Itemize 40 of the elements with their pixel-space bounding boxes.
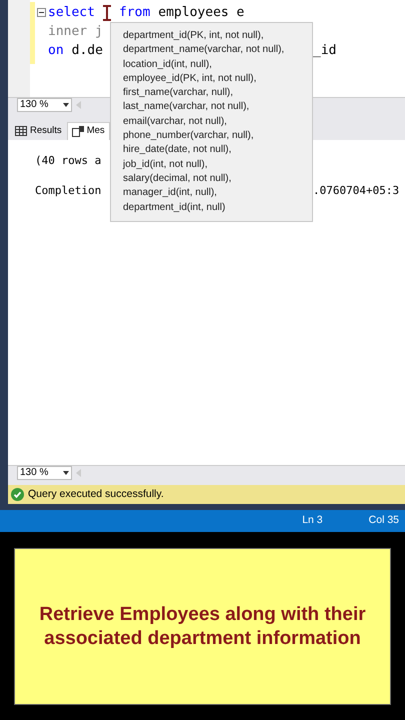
code-text: _id (313, 42, 336, 60)
message-text: Completion (35, 184, 102, 197)
line-number-text: Ln 3 (302, 513, 323, 528)
column-entry: last_name(varchar, not null), (123, 100, 250, 114)
code-text: employees e (158, 4, 244, 22)
change-marker (30, 2, 35, 64)
code-text: on (48, 42, 64, 60)
results-tab[interactable]: Mes (66, 122, 110, 140)
text-cursor-icon (102, 4, 111, 20)
zoom-dropdown[interactable]: 130 % (17, 466, 72, 480)
message-text: .0760704+05:3 (313, 184, 400, 198)
success-check-icon (11, 488, 24, 501)
column-entry: salary(decimal, not null), (123, 172, 232, 186)
column-entry: department_name(varchar, not null), (123, 43, 286, 58)
grid-icon (15, 126, 27, 136)
scroll-left-icon[interactable] (76, 469, 81, 477)
caption-text: Retrieve Employees along with their associated department information (38, 602, 367, 650)
column-entry: department_id(int, null) (123, 200, 226, 215)
column-number-text: Col 35 (368, 513, 399, 528)
caret-icon (63, 103, 69, 107)
zoom-dropdown[interactable]: 130 % (17, 98, 72, 112)
column-entry: employee_id(PK, int, not null), (123, 72, 258, 86)
message-icon (72, 126, 84, 137)
code-text: select (48, 4, 95, 22)
column-entry: job_id(int, not null), (123, 158, 208, 172)
column-entry: hire_date(date, not null), (123, 143, 232, 158)
caret-icon (63, 471, 69, 475)
code-text: d.de (72, 42, 103, 60)
collapse-icon[interactable] (37, 8, 46, 17)
scroll-left-icon[interactable] (76, 101, 81, 109)
status-banner: Query executed successfully. (8, 485, 405, 504)
column-entry: first_name(varchar, null), (123, 86, 234, 100)
message-text: (40 rows a (35, 154, 102, 167)
column-entry: phone_number(varchar, null), (123, 129, 255, 144)
column-entry: department_id(PK, int, not null), (123, 29, 265, 43)
column-entry: manager_id(int, null), (123, 186, 218, 200)
code-text: inner j (48, 23, 103, 41)
column-entry: location_id(int, null), (123, 58, 213, 72)
code-text: from (118, 4, 150, 22)
column-entry: email(varchar, not null), (123, 114, 228, 129)
